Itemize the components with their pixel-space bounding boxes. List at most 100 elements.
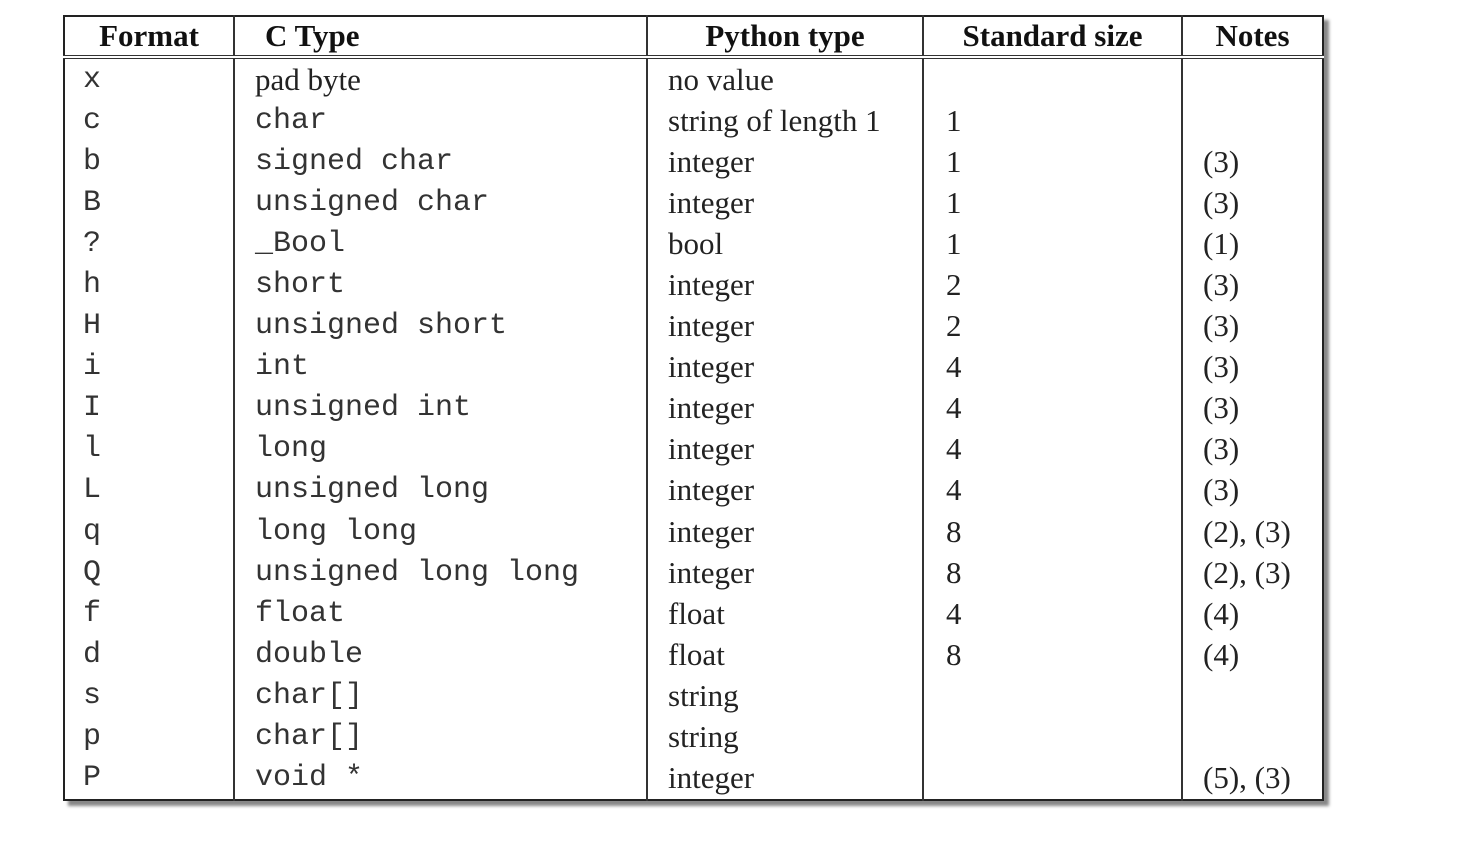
format-cell: q: [83, 514, 102, 549]
notes-cell: (5), (3): [1181, 757, 1323, 800]
standard-size-cell: 4: [922, 593, 1182, 635]
notes-cell: (3): [1181, 141, 1323, 183]
c-type-cell: unsigned char: [233, 182, 647, 224]
format-cell: P: [83, 761, 102, 796]
python-type-cell: float: [646, 634, 923, 676]
format-cell: b: [83, 144, 102, 179]
format-cell: c: [83, 103, 102, 138]
format-cell: d: [83, 637, 102, 672]
standard-size-cell: [922, 57, 1182, 101]
python-type-cell: integer: [646, 141, 923, 183]
python-type-cell: string: [646, 675, 923, 717]
table-row: h short integer 2 (3): [64, 264, 1323, 306]
table-row: q long long integer 8 (2), (3): [64, 511, 1323, 553]
header-python-type: Python type: [646, 16, 923, 59]
table-row: c char string of length 11: [64, 100, 1323, 142]
c-type-cell: long long: [233, 511, 647, 553]
notes-cell: [1181, 716, 1323, 758]
notes-cell: (3): [1181, 469, 1323, 512]
notes-cell: (3): [1181, 305, 1323, 347]
header-notes: Notes: [1181, 16, 1323, 59]
notes-cell: (3): [1181, 387, 1323, 429]
format-cell: h: [83, 268, 102, 303]
standard-size-cell: [922, 675, 1182, 717]
python-type-cell: integer: [646, 511, 923, 553]
python-type-cell: integer: [646, 469, 923, 512]
notes-cell: [1181, 100, 1323, 142]
format-cell: p: [83, 720, 102, 755]
table-row: p char[] string: [64, 716, 1323, 758]
standard-size-cell: 1: [922, 182, 1182, 224]
notes-cell: (2), (3): [1181, 552, 1323, 594]
c-type-cell: float: [233, 593, 647, 635]
notes-cell: (3): [1181, 428, 1323, 470]
standard-size-cell: 8: [922, 552, 1182, 594]
standard-size-cell: 2: [922, 305, 1182, 347]
table-row: x pad byte no value: [64, 57, 1323, 101]
c-type-cell: unsigned long long: [233, 552, 647, 594]
format-cell: ?: [83, 226, 102, 261]
c-type-cell: char[]: [233, 716, 647, 758]
table-row: Qunsigned long long integer 8 (2), (3): [64, 552, 1323, 594]
format-cell: L: [83, 473, 102, 508]
table-row: b signed char integer 1 (3): [64, 141, 1323, 183]
table-row: l long integer 4 (3): [64, 428, 1323, 470]
standard-size-cell: [922, 716, 1182, 758]
c-type-cell: int: [233, 346, 647, 388]
notes-cell: (4): [1181, 634, 1323, 676]
standard-size-cell: 1: [922, 223, 1182, 265]
table-row: Pvoid * integer (5), (3): [64, 757, 1323, 800]
notes-cell: (1): [1181, 223, 1323, 265]
c-type-cell: short: [233, 264, 647, 306]
notes-cell: (3): [1181, 182, 1323, 224]
python-type-cell: float: [646, 593, 923, 635]
c-type-cell: double: [233, 634, 647, 676]
c-type-cell: unsigned int: [233, 387, 647, 429]
format-table: Format C Type Python type Standard size …: [63, 15, 1324, 801]
header-c-type: C Type: [233, 16, 647, 59]
c-type-cell: signed char: [233, 141, 647, 183]
format-cell: x: [83, 62, 102, 97]
notes-cell: (2), (3): [1181, 511, 1323, 553]
notes-cell: [1181, 57, 1323, 101]
c-type-cell: _Bool: [233, 223, 647, 265]
table-row: Iunsigned int integer 4 (3): [64, 387, 1323, 429]
format-cell: B: [83, 185, 102, 220]
python-type-cell: integer: [646, 346, 923, 388]
table-row: Lunsigned long integer 4 (3): [64, 469, 1323, 512]
python-type-cell: integer: [646, 264, 923, 306]
notes-cell: [1181, 675, 1323, 717]
format-cell: f: [83, 596, 102, 631]
python-type-cell: string of length 1: [646, 100, 923, 142]
standard-size-cell: 4: [922, 428, 1182, 470]
table-row: d double float 8 (4): [64, 634, 1323, 676]
table-row: f float float 4 (4): [64, 593, 1323, 635]
header-row: Format C Type Python type Standard size …: [64, 16, 1323, 59]
header-format: Format: [64, 16, 234, 59]
table-row: Bunsigned char integer 1 (3): [64, 182, 1323, 224]
c-type-cell: unsigned long: [233, 469, 647, 512]
format-cell: l: [83, 432, 102, 467]
python-type-cell: bool: [646, 223, 923, 265]
c-type-cell: long: [233, 428, 647, 470]
c-type-cell: unsigned short: [233, 305, 647, 347]
c-type-cell: void *: [233, 757, 647, 800]
c-type-cell: char: [233, 100, 647, 142]
python-type-cell: integer: [646, 387, 923, 429]
notes-cell: (4): [1181, 593, 1323, 635]
standard-size-cell: 1: [922, 100, 1182, 142]
python-type-cell: no value: [646, 57, 923, 101]
table-row: Hunsigned short integer 2 (3): [64, 305, 1323, 347]
standard-size-cell: 4: [922, 346, 1182, 388]
notes-cell: (3): [1181, 346, 1323, 388]
standard-size-cell: 1: [922, 141, 1182, 183]
python-type-cell: integer: [646, 757, 923, 800]
python-type-cell: integer: [646, 428, 923, 470]
header-standard-size: Standard size: [922, 16, 1182, 59]
table-row: s char[] string: [64, 675, 1323, 717]
python-type-cell: string: [646, 716, 923, 758]
format-cell: Q: [83, 555, 102, 590]
format-cell: H: [83, 309, 102, 344]
c-type-cell: pad byte: [233, 57, 647, 101]
table-row: i int integer 4 (3): [64, 346, 1323, 388]
